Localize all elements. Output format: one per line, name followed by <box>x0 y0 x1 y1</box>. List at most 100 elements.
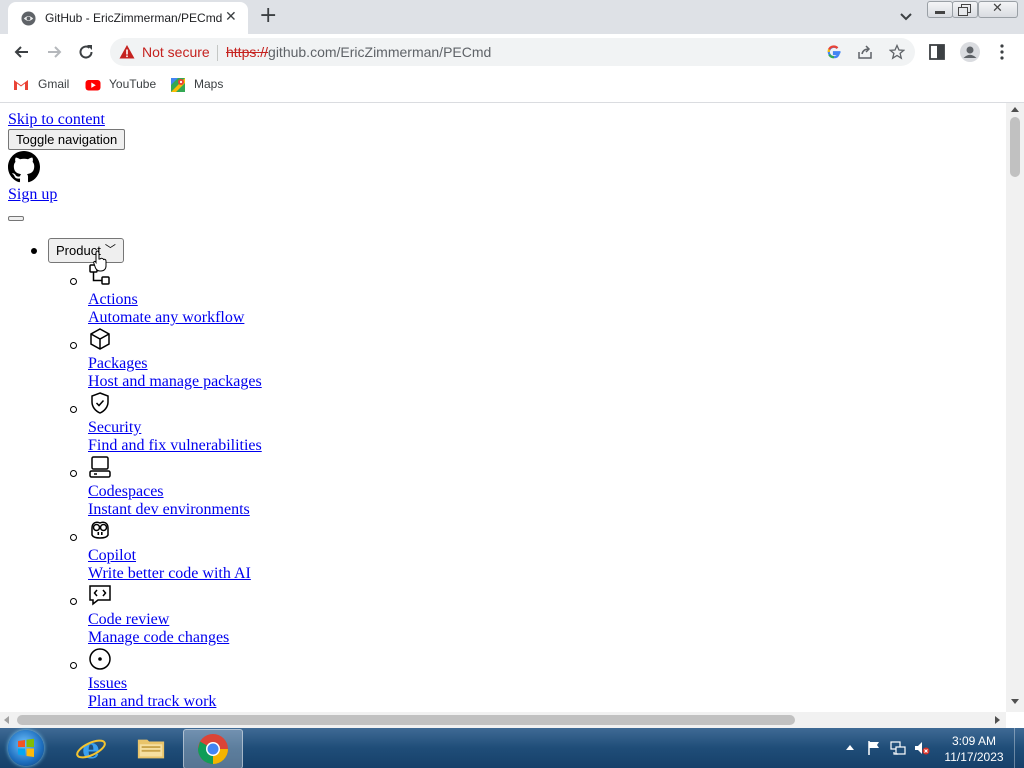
product-item-packages[interactable]: Packages Host and manage packages <box>0 327 400 391</box>
system-clock[interactable]: 3:09 AM 11/17/2023 <box>938 733 1010 765</box>
windows-taskbar: e 3:09 AM 11/17/2023 <box>0 728 1024 768</box>
bookmark-maps[interactable]: Maps <box>194 77 223 91</box>
list-circle <box>70 406 77 413</box>
list-circle <box>70 470 77 477</box>
close-window-button[interactable]: ✕ <box>978 1 1018 18</box>
browser-toolbar: Not secure https://github.com/EricZimmer… <box>0 34 1024 70</box>
svg-text:e: e <box>82 732 100 764</box>
product-item-security[interactable]: Security Find and fix vulnerabilities <box>0 391 400 455</box>
url-text[interactable]: https://github.com/EricZimmerman/PECmd <box>226 44 491 60</box>
volume-muted-icon[interactable] <box>914 740 930 756</box>
security-description[interactable]: Find and fix vulnerabilities <box>88 437 262 455</box>
google-icon[interactable] <box>826 44 842 60</box>
address-bar[interactable]: Not secure https://github.com/EricZimmer… <box>110 38 915 66</box>
skip-to-content-link[interactable]: Skip to content <box>8 111 105 129</box>
copilot-link[interactable]: Copilot <box>88 547 136 565</box>
internet-explorer-icon: e <box>76 732 106 764</box>
mouse-pointer-icon <box>93 250 107 272</box>
scroll-down-arrow-icon[interactable] <box>1011 699 1019 704</box>
gmail-icon <box>14 80 28 90</box>
network-icon[interactable] <box>890 740 906 756</box>
list-circle <box>70 278 77 285</box>
github-logo-icon[interactable] <box>8 151 40 183</box>
list-circle <box>70 598 77 605</box>
warning-icon[interactable] <box>119 44 135 60</box>
minimize-button[interactable] <box>927 1 953 18</box>
clock-date: 11/17/2023 <box>944 750 1004 764</box>
forward-arrow-icon[interactable] <box>44 42 64 62</box>
product-item-actions[interactable]: Actions Automate any workflow <box>0 263 400 327</box>
shield-check-icon <box>91 392 109 414</box>
action-center-flag-icon[interactable] <box>866 740 882 756</box>
bookmarks-bar: Gmail YouTube Maps <box>0 70 1024 103</box>
taskbar-internet-explorer[interactable]: e <box>62 729 120 767</box>
product-dropdown-button[interactable]: Product ﹀ <box>48 238 124 263</box>
scroll-right-arrow-icon[interactable] <box>995 716 1000 724</box>
toggle-navigation-button[interactable]: Toggle navigation <box>8 129 126 150</box>
browser-tab[interactable]: GitHub - EricZimmerman/PECmd ✕ <box>8 2 248 34</box>
copilot-description[interactable]: Write better code with AI <box>88 565 251 583</box>
code-review-description[interactable]: Manage code changes <box>88 629 229 647</box>
product-item-copilot[interactable]: Copilot Write better code with AI <box>0 519 400 583</box>
list-circle <box>70 662 77 669</box>
product-item-issues[interactable]: Issues Plan and track work <box>0 647 400 711</box>
packages-description[interactable]: Host and manage packages <box>88 373 262 391</box>
issues-description[interactable]: Plan and track work <box>88 693 216 711</box>
horizontal-scroll-thumb[interactable] <box>17 715 795 725</box>
show-hidden-icons-arrow[interactable] <box>846 745 854 750</box>
bookmark-gmail[interactable]: Gmail <box>38 77 69 91</box>
side-panel-icon[interactable] <box>928 43 946 61</box>
menu-collapse-button[interactable] <box>8 216 24 221</box>
product-item-code-review[interactable]: Code review Manage code changes <box>0 583 400 647</box>
tab-search-icon[interactable] <box>898 8 914 24</box>
sign-up-link[interactable]: Sign up <box>8 186 57 204</box>
list-circle <box>70 342 77 349</box>
divider <box>217 45 218 61</box>
vertical-scrollbar[interactable] <box>1006 103 1024 712</box>
bookmark-youtube[interactable]: YouTube <box>109 77 156 91</box>
copilot-icon <box>91 521 109 539</box>
scroll-up-arrow-icon[interactable] <box>1011 107 1019 112</box>
codespaces-link[interactable]: Codespaces <box>88 483 164 501</box>
clock-time: 3:09 AM <box>951 734 997 748</box>
profile-avatar-icon[interactable] <box>960 42 980 62</box>
issues-link[interactable]: Issues <box>88 675 127 693</box>
close-icon: ✕ <box>992 1 1003 16</box>
kebab-menu-icon[interactable] <box>993 43 1011 61</box>
youtube-icon <box>85 80 101 91</box>
tab-title: GitHub - EricZimmerman/PECmd <box>45 11 223 25</box>
actions-link[interactable]: Actions <box>88 291 138 309</box>
share-icon[interactable] <box>857 44 873 60</box>
new-tab-icon[interactable]: + <box>259 4 277 28</box>
windows-logo-icon <box>18 738 34 757</box>
codespaces-description[interactable]: Instant dev environments <box>88 501 250 519</box>
vertical-scroll-thumb[interactable] <box>1010 117 1020 177</box>
github-favicon-icon <box>21 11 36 26</box>
package-icon <box>90 328 110 350</box>
url-path: github.com/EricZimmerman/PECmd <box>268 44 492 60</box>
packages-link[interactable]: Packages <box>88 355 148 373</box>
product-item-codespaces[interactable]: Codespaces Instant dev environments <box>0 455 400 519</box>
security-link[interactable]: Security <box>88 419 141 437</box>
scroll-left-arrow-icon[interactable] <box>4 716 9 724</box>
horizontal-scrollbar[interactable] <box>0 712 1006 728</box>
codespaces-icon <box>89 456 111 478</box>
maps-icon <box>171 78 185 92</box>
bookmark-star-icon[interactable] <box>889 44 905 60</box>
page-content: Skip to content Toggle navigation Sign u… <box>0 103 1006 712</box>
tab-close-icon[interactable]: ✕ <box>225 10 237 24</box>
show-desktop-button[interactable] <box>1014 728 1024 768</box>
chrome-icon <box>198 734 228 765</box>
code-review-link[interactable]: Code review <box>88 611 169 629</box>
taskbar-file-explorer[interactable] <box>122 729 180 767</box>
start-button[interactable] <box>8 730 44 766</box>
url-scheme: https:// <box>226 44 269 60</box>
list-bullet <box>31 248 37 254</box>
restore-button[interactable] <box>952 1 978 18</box>
list-circle <box>70 534 77 541</box>
actions-description[interactable]: Automate any workflow <box>88 309 244 327</box>
not-secure-label[interactable]: Not secure <box>142 44 210 60</box>
back-arrow-icon[interactable] <box>12 42 32 62</box>
reload-icon[interactable] <box>76 42 96 62</box>
taskbar-chrome[interactable] <box>183 729 243 768</box>
